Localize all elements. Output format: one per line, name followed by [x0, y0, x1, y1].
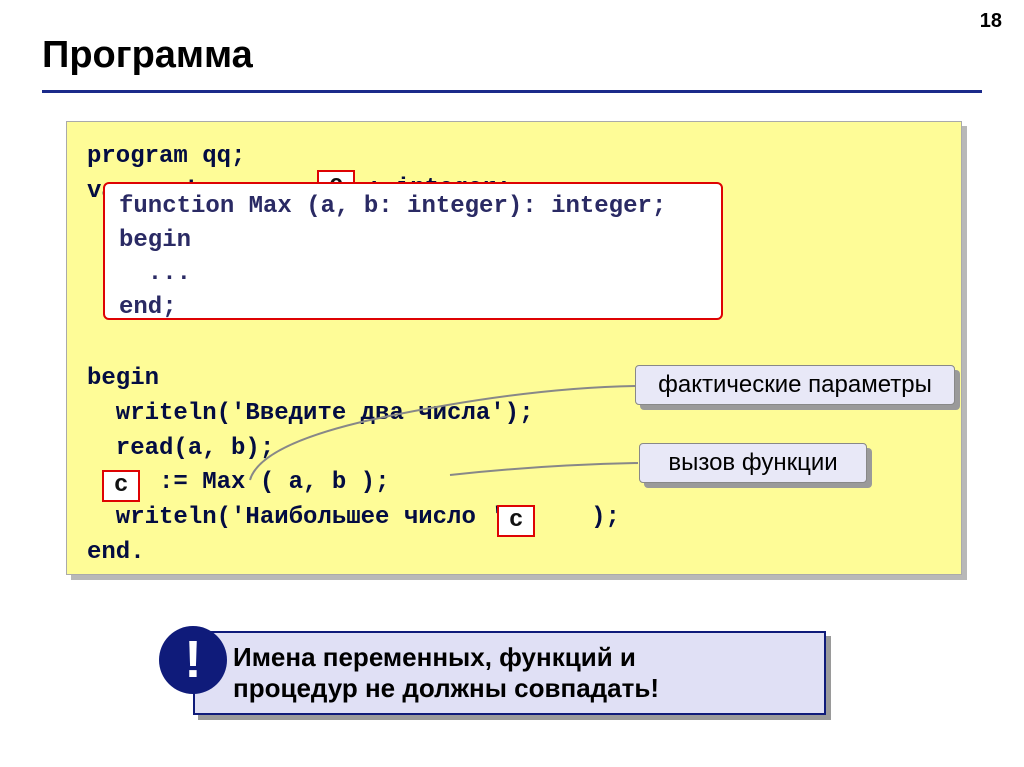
exclamation-icon: !	[159, 626, 227, 694]
code-writeln-2: writeln('Наибольшее число ', cc );	[87, 501, 620, 536]
code-line-program: program qq;	[87, 140, 941, 175]
warning-box: Имена переменных, функций и процедур не …	[193, 631, 826, 715]
function-box: function Max (a, b: integer): integer; b…	[103, 182, 723, 320]
code-begin: begin	[87, 362, 620, 397]
warning-text: Имена переменных, функций и процедур не …	[233, 642, 659, 704]
func-line-1: function Max (a, b: integer): integer;	[119, 190, 707, 224]
main-code-block: begin writeln('Введите два числа'); read…	[87, 362, 620, 571]
warning-text-line1: Имена переменных, функций и	[233, 642, 659, 673]
slide-title: Программа	[42, 34, 253, 77]
func-line-2: begin	[119, 224, 707, 258]
writeln-c-highlight: c	[497, 505, 535, 537]
page-number: 18	[980, 10, 1002, 33]
func-call-label: вызов функции	[639, 443, 867, 483]
code-writeln-1: writeln('Введите два числа');	[87, 397, 620, 432]
actual-params-label: фактические параметры	[635, 365, 955, 405]
warning-text-line2: процедур не должны совпадать!	[233, 673, 659, 704]
assign-c-highlight: c	[102, 470, 140, 502]
code-end: end.	[87, 536, 620, 571]
func-line-3: ...	[119, 257, 707, 291]
code-assign: cc := Max ( a, b );	[87, 466, 620, 501]
code-read: read(a, b);	[87, 432, 620, 467]
func-line-4: end;	[119, 291, 707, 325]
code-block: program qq; var a, b, c : integer; funct…	[66, 121, 962, 575]
title-divider	[42, 90, 982, 93]
